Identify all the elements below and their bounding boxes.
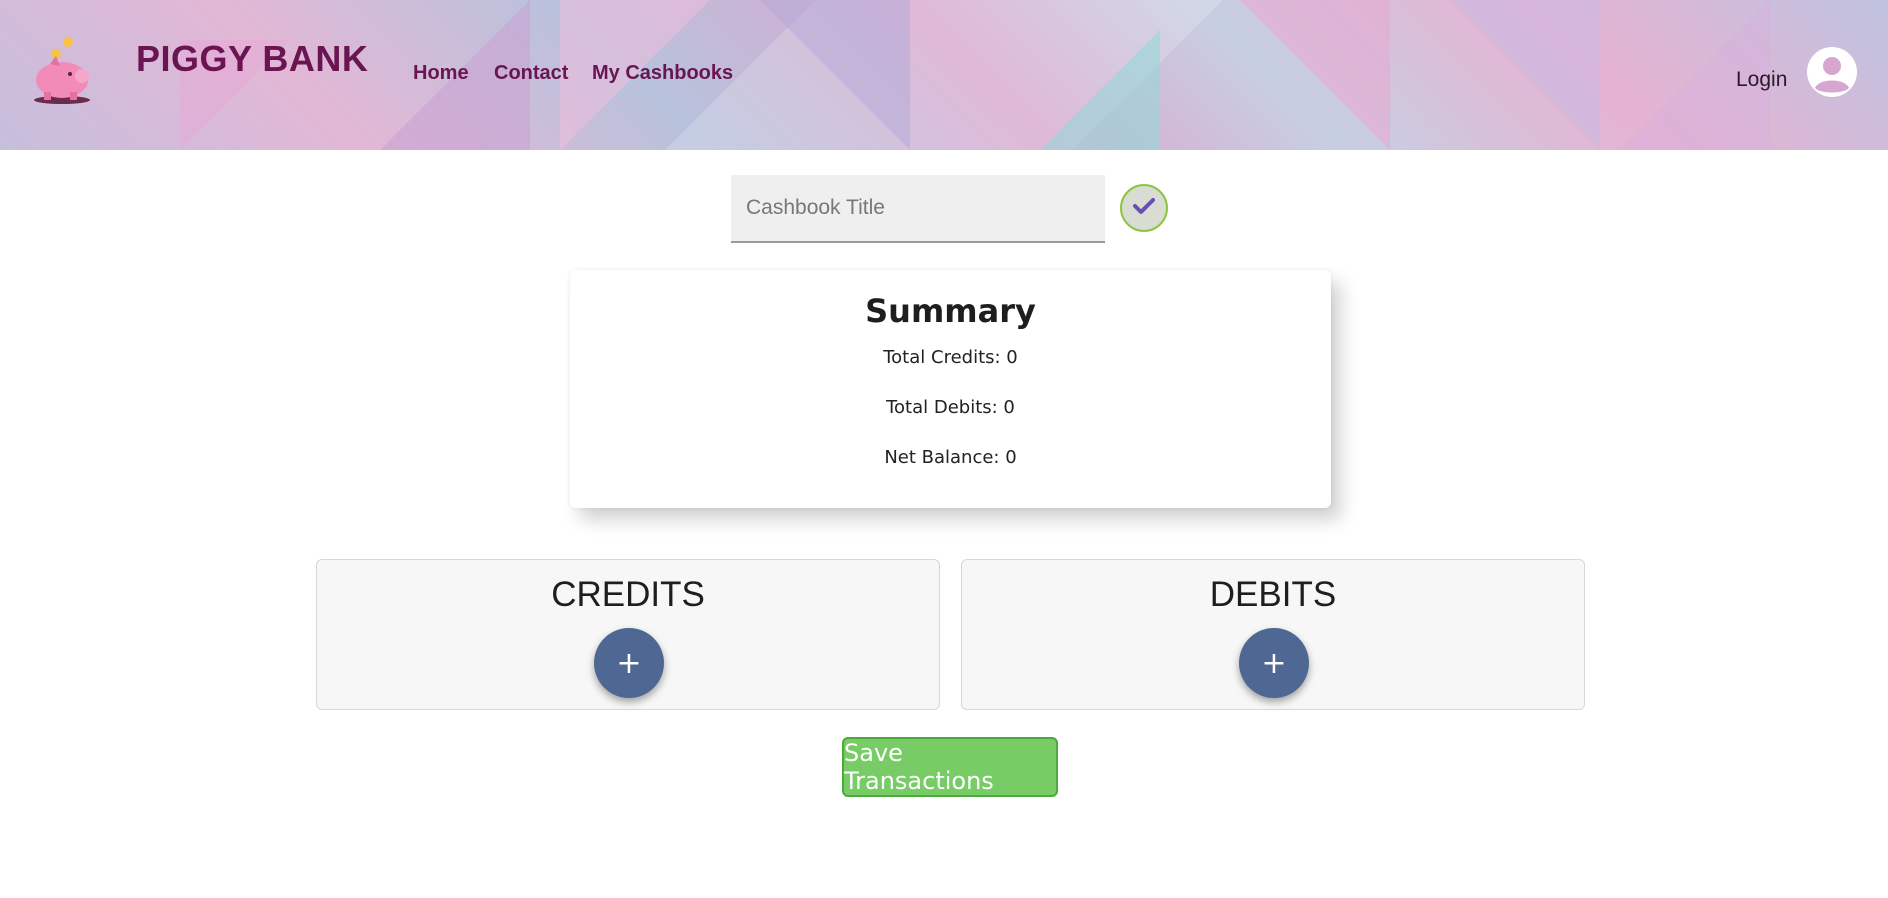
- piggy-bank-logo-icon[interactable]: [30, 32, 94, 106]
- checkmark-icon: [1133, 197, 1155, 219]
- summary-heading: Summary: [865, 292, 1036, 330]
- banner-pattern-shape: [1240, 0, 1390, 150]
- brand-title[interactable]: PIGGY BANK: [136, 38, 368, 80]
- total-credits-text: Total Credits: 0: [883, 347, 1018, 368]
- add-debit-button[interactable]: +: [1239, 628, 1309, 698]
- total-debits-text: Total Debits: 0: [886, 397, 1015, 418]
- summary-card: Summary Total Credits: 0 Total Debits: 0…: [570, 270, 1331, 508]
- net-balance-text: Net Balance: 0: [884, 447, 1017, 468]
- credits-panel: CREDITS +: [316, 559, 940, 710]
- banner-pattern-shape: [1450, 0, 1600, 150]
- login-link[interactable]: Login: [1736, 68, 1787, 92]
- user-avatar-icon[interactable]: [1806, 46, 1858, 98]
- add-credit-button[interactable]: +: [594, 628, 664, 698]
- save-transactions-button[interactable]: Save Transactions: [842, 737, 1058, 797]
- banner-pattern-shape: [760, 0, 910, 150]
- credits-heading: CREDITS: [551, 575, 705, 614]
- cashbook-title-input[interactable]: [731, 175, 1105, 243]
- header-banner: PIGGY BANK Home Contact My Cashbooks Log…: [0, 0, 1888, 150]
- confirm-title-button[interactable]: [1120, 184, 1168, 232]
- plus-icon: +: [616, 645, 642, 681]
- plus-icon: +: [1261, 645, 1287, 681]
- nav-home-link[interactable]: Home: [413, 62, 469, 85]
- debits-panel: DEBITS +: [961, 559, 1585, 710]
- banner-pattern-shape: [1040, 30, 1160, 150]
- nav-contact-link[interactable]: Contact: [494, 62, 568, 85]
- debits-heading: DEBITS: [1209, 575, 1337, 614]
- nav-my-cashbooks-link[interactable]: My Cashbooks: [592, 62, 733, 85]
